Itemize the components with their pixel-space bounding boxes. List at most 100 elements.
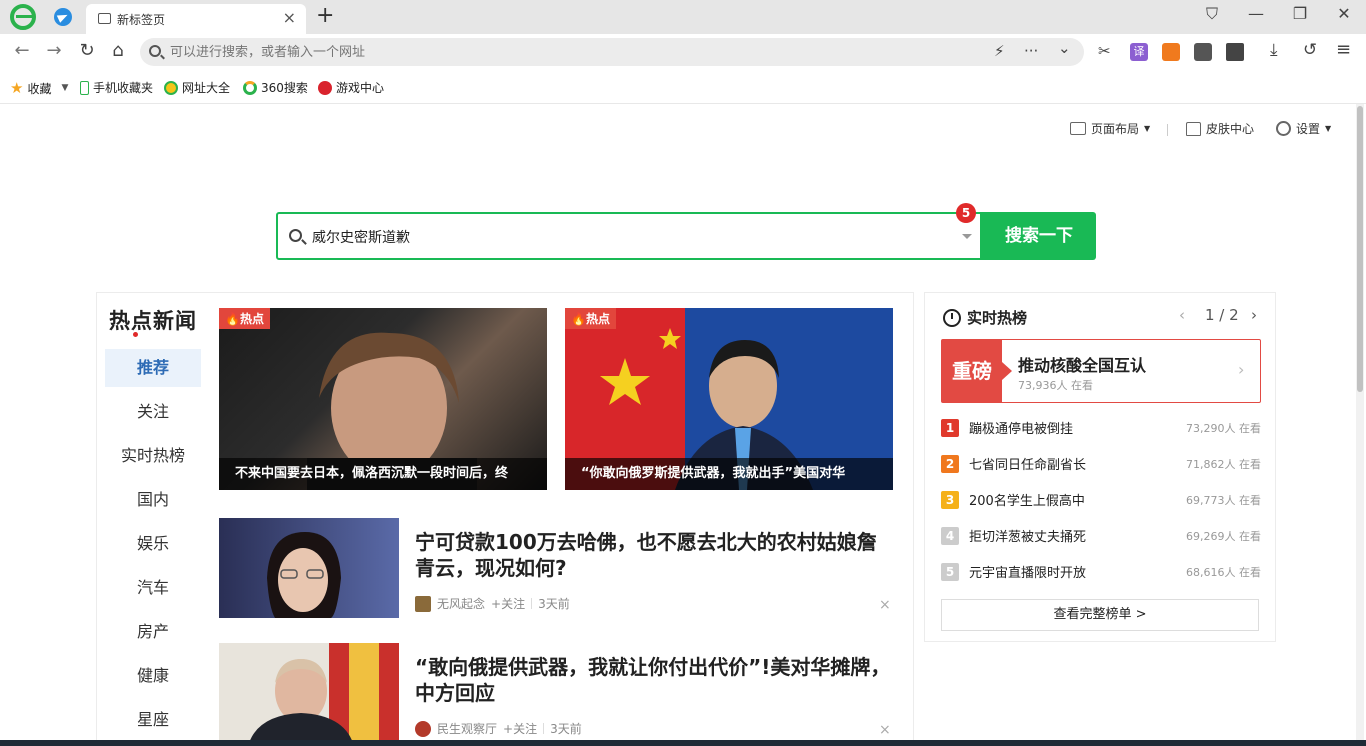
view-full-list-button[interactable]: 查看完整榜单 > bbox=[941, 599, 1259, 631]
search-button[interactable]: 搜索一下 bbox=[982, 212, 1096, 260]
search-history-caret-icon[interactable] bbox=[962, 234, 972, 239]
new-tab-page: 页面布局 ▼ 皮肤中心 设置 ▼ 5 搜索一下 热点新闻 推荐 关注 实时热榜 … bbox=[6, 104, 1354, 746]
article-meta: 无风起念 +关注 3天前 bbox=[415, 595, 570, 612]
close-window-button[interactable]: ✕ bbox=[1330, 4, 1358, 23]
article-source[interactable]: 无风起念 bbox=[437, 595, 485, 612]
settings-link[interactable]: 设置 ▼ bbox=[1276, 120, 1331, 137]
category-real-estate[interactable]: 房产 bbox=[105, 613, 201, 651]
hero-caption[interactable]: “你敢向俄罗斯提供武器，我就出手”美国对华 bbox=[565, 458, 893, 490]
caret-down-icon[interactable]: ▼ bbox=[61, 83, 68, 93]
hot-item-text: 拒切洋葱被丈夫捅死 bbox=[969, 530, 1087, 545]
game-controller-icon[interactable] bbox=[1162, 43, 1180, 61]
address-bar[interactable]: ⚡ ··· ⌄ bbox=[140, 38, 1084, 66]
skin-center-link[interactable]: 皮肤中心 bbox=[1186, 120, 1254, 137]
article-title[interactable]: “敢向俄提供武器，我就让你付出代价”!美对华摊牌，中方回应 bbox=[415, 654, 895, 706]
search-icon bbox=[289, 229, 302, 242]
article-thumbnail-image[interactable] bbox=[219, 518, 399, 618]
360-icon bbox=[243, 80, 257, 95]
more-icon[interactable]: ··· bbox=[1024, 42, 1038, 60]
category-recommend[interactable]: 推荐 bbox=[105, 349, 201, 387]
title-dot bbox=[133, 332, 138, 337]
hot-news-panel: 热点新闻 推荐 关注 实时热榜 国内 娱乐 汽车 房产 健康 星座 🔥热点 不来… bbox=[96, 292, 914, 746]
bookmark-game-center[interactable]: 游戏中心 bbox=[318, 79, 384, 96]
bookmark-favorites[interactable]: ★ 收藏 ▼ bbox=[10, 79, 68, 97]
dismiss-article-icon[interactable]: × bbox=[879, 722, 891, 738]
hot-list-item[interactable]: 3 200名学生上假高中 69,773人 在看 bbox=[941, 489, 1261, 511]
restore-button[interactable]: ❐ bbox=[1286, 4, 1314, 23]
search-input[interactable] bbox=[312, 226, 912, 248]
article-source[interactable]: 民生观察厅 bbox=[437, 720, 497, 737]
article-thumbnail-image[interactable] bbox=[219, 643, 399, 743]
page-scrollbar[interactable] bbox=[1356, 104, 1364, 746]
hot-list-item[interactable]: 5 元宇宙直播限时开放 68,616人 在看 bbox=[941, 561, 1261, 583]
category-auto[interactable]: 汽车 bbox=[105, 569, 201, 607]
address-input[interactable] bbox=[170, 42, 950, 62]
tab-new-tab[interactable]: 新标签页 × bbox=[86, 4, 306, 34]
skin-shirt-icon[interactable]: ⛉ bbox=[1198, 4, 1226, 24]
hot-list-item[interactable]: 1 蹦极通停电被倒挂 73,290人 在看 bbox=[941, 417, 1261, 439]
browser-logo-icon[interactable] bbox=[10, 4, 36, 30]
category-domestic[interactable]: 国内 bbox=[105, 481, 201, 519]
download-icon[interactable]: ⤓ bbox=[1270, 40, 1278, 60]
search-box[interactable] bbox=[276, 212, 982, 260]
back-button[interactable]: ← bbox=[10, 40, 34, 61]
prev-page-icon[interactable]: ‹ bbox=[1179, 306, 1185, 324]
caret-down-icon: ▼ bbox=[1144, 124, 1151, 133]
menu-icon[interactable]: ≡ bbox=[1336, 39, 1351, 60]
divider bbox=[1167, 124, 1168, 136]
hot-item-text: 200名学生上假高中 bbox=[969, 494, 1085, 509]
home-button[interactable]: ⌂ bbox=[106, 40, 130, 61]
category-horoscope[interactable]: 星座 bbox=[105, 701, 201, 739]
rank-badge: 4 bbox=[941, 527, 959, 545]
minimize-button[interactable]: — bbox=[1242, 4, 1270, 23]
source-avatar-icon bbox=[415, 595, 431, 612]
featured-tag: 重磅 bbox=[942, 340, 1012, 402]
scrollbar-thumb[interactable] bbox=[1357, 106, 1363, 392]
new-tab-button[interactable]: + bbox=[316, 3, 334, 28]
hot-list-item[interactable]: 4 拒切洋葱被丈夫捅死 69,269人 在看 bbox=[941, 525, 1261, 547]
bookmark-url-directory[interactable]: 网址大全 bbox=[164, 79, 230, 96]
featured-title: 推动核酸全国互认 bbox=[1018, 356, 1147, 375]
telegram-icon[interactable] bbox=[54, 8, 72, 26]
rank-badge: 2 bbox=[941, 455, 959, 473]
next-page-icon[interactable]: › bbox=[1251, 306, 1257, 324]
flash-icon[interactable]: ⚡ bbox=[994, 42, 1005, 60]
translate-icon[interactable]: 译 bbox=[1130, 43, 1148, 61]
undo-icon[interactable]: ↺ bbox=[1303, 40, 1317, 60]
tab-close-icon[interactable]: × bbox=[283, 8, 296, 27]
category-entertainment[interactable]: 娱乐 bbox=[105, 525, 201, 563]
follow-button[interactable]: +关注 bbox=[491, 595, 525, 612]
reader-icon[interactable] bbox=[1194, 43, 1212, 61]
hero-news-card[interactable]: 🔥热点 “你敢向俄罗斯提供武器，我就出手”美国对华 bbox=[565, 308, 893, 490]
page-layout-link[interactable]: 页面布局 ▼ bbox=[1070, 120, 1150, 137]
apps-grid-icon[interactable] bbox=[1226, 43, 1244, 61]
hot-item-views: 68,616人 在看 bbox=[1186, 566, 1261, 579]
game-icon bbox=[318, 80, 332, 95]
follow-button[interactable]: +关注 bbox=[503, 720, 537, 737]
bookmark-360-search[interactable]: 360搜索 bbox=[243, 79, 308, 96]
hot-list-item[interactable]: 2 七省同日任命副省长 71,862人 在看 bbox=[941, 453, 1261, 475]
search-hint-badge: 5 bbox=[956, 203, 976, 223]
reload-button[interactable]: ↻ bbox=[75, 40, 99, 61]
category-follow[interactable]: 关注 bbox=[105, 393, 201, 431]
chevron-down-icon[interactable]: ⌄ bbox=[1058, 39, 1071, 57]
hero-news-card[interactable]: 🔥热点 不来中国要去日本，佩洛西沉默一段时间后，终 bbox=[219, 308, 547, 490]
bookmark-mobile-favorites[interactable]: 手机收藏夹 bbox=[80, 79, 153, 96]
hero-caption[interactable]: 不来中国要去日本，佩洛西沉默一段时间后，终 bbox=[219, 458, 547, 490]
screenshot-cut-icon[interactable]: ✂ bbox=[1098, 42, 1111, 60]
chevron-right-icon: › bbox=[1238, 360, 1245, 379]
category-realtime-hot[interactable]: 实时热榜 bbox=[105, 437, 201, 475]
tab-title: 新标签页 bbox=[117, 13, 166, 27]
forward-button[interactable]: → bbox=[42, 40, 66, 61]
hot-item-views: 71,862人 在看 bbox=[1186, 458, 1261, 471]
category-health[interactable]: 健康 bbox=[105, 657, 201, 695]
search-icon bbox=[149, 45, 161, 57]
featured-views: 73,936人 在看 bbox=[1018, 379, 1093, 392]
article-title[interactable]: 宁可贷款100万去哈佛，也不愿去北大的农村姑娘詹青云，现况如何? bbox=[415, 529, 895, 581]
article-time: 3天前 bbox=[550, 722, 582, 736]
layout-icon bbox=[1070, 122, 1086, 135]
featured-hot-item[interactable]: 重磅 推动核酸全国互认 73,936人 在看 › bbox=[941, 339, 1261, 403]
dismiss-article-icon[interactable]: × bbox=[879, 597, 891, 613]
star-icon: ★ bbox=[10, 79, 24, 97]
source-avatar-icon bbox=[415, 720, 431, 737]
